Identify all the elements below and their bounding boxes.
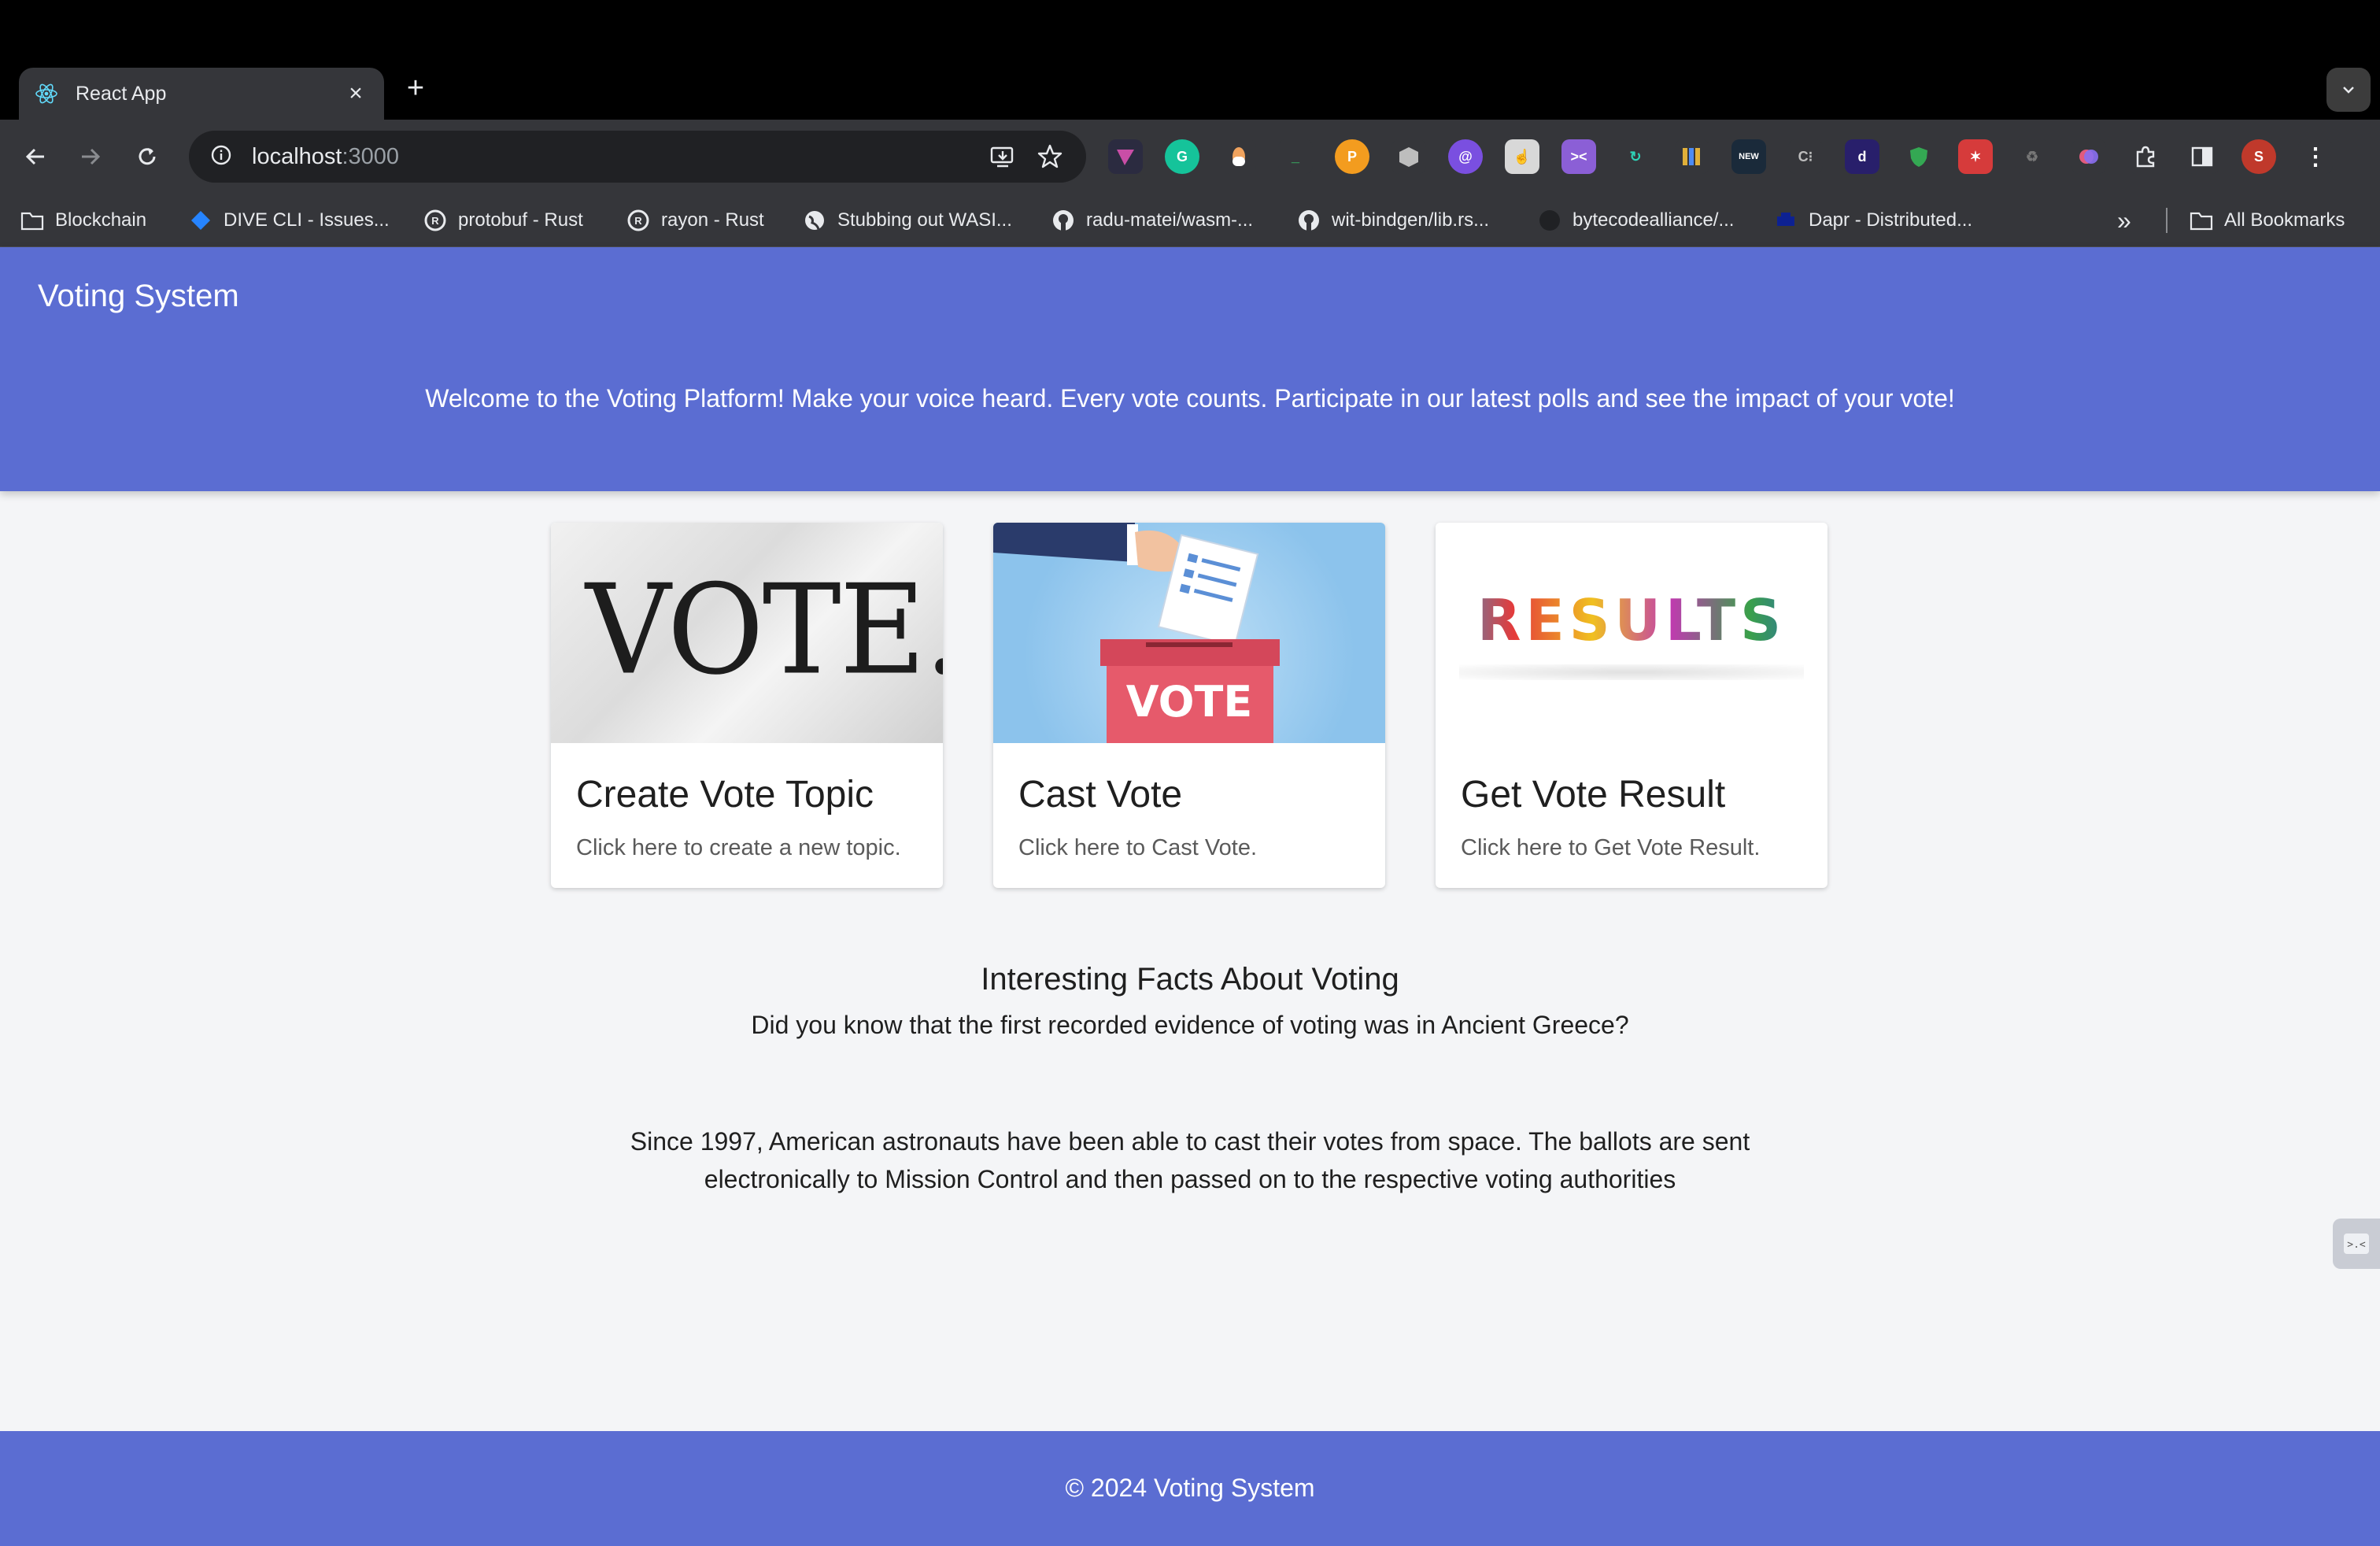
card-title: Create Vote Topic [576,774,874,816]
bookmark-dapr[interactable]: Dapr - Distributed... [1774,206,1972,235]
tab-title: React App [76,82,167,105]
extension-icon[interactable]: >< [1561,139,1596,174]
react-icon [35,82,58,105]
refresh-extension-icon[interactable]: ↻ [1618,139,1653,174]
results-letters-image: RESULTS [1436,523,1828,743]
github-icon [1051,209,1075,232]
bookmark-dive-cli[interactable]: DIVE CLI - Issues... [189,206,390,235]
extension-icon[interactable]: P [1335,139,1369,174]
create-vote-topic-card[interactable]: VOTE. Create Vote Topic Click here to cr… [551,523,943,888]
bookmark-stubbing-wasi[interactable]: Stubbing out WASI... [803,206,1012,235]
site-footer: © 2024 Voting System [0,1431,2380,1546]
all-bookmarks[interactable]: All Bookmarks [2190,206,2345,235]
rust-icon: R [626,209,650,232]
address-bar[interactable]: localhost:3000 [189,131,1086,183]
shield-icon[interactable] [1901,139,1936,174]
action-cards: VOTE. Create Vote Topic Click here to cr… [551,523,1828,888]
side-panel-widget-icon[interactable]: >.< [2333,1219,2380,1269]
card-title: Get Vote Result [1461,774,1726,816]
url-text: localhost:3000 [252,143,400,169]
svg-text:R: R [431,215,439,227]
profile-avatar[interactable]: S [2241,139,2276,174]
bookmark-protobuf[interactable]: R protobuf - Rust [423,206,583,235]
install-app-icon[interactable] [987,141,1018,172]
card-description: Click here to create a new topic. [576,835,901,860]
ballot-box-image: VOTE [993,523,1385,743]
site-header: Voting System Welcome to the Voting Plat… [0,247,2380,491]
extension-icon[interactable]: ☝ [1505,139,1539,174]
back-arrow-icon[interactable] [17,139,54,175]
extensions-bar: G _ P @ ☝ >< ↻ NEW C⁝ d ✶ ♻ S ⋮ [1108,139,2333,175]
bookmarks-divider [2166,208,2168,233]
svg-text:>.<: >.< [2347,1239,2366,1251]
globe-icon [803,209,826,232]
dapr-icon [1774,209,1798,232]
extension-icon[interactable] [1108,139,1143,174]
forward-arrow-icon[interactable] [72,139,109,175]
extension-icon[interactable]: @ [1448,139,1483,174]
puzzle-icon[interactable] [2128,139,2163,174]
extension-icon[interactable] [1221,139,1256,174]
svg-text:R: R [634,215,642,227]
extension-icon[interactable]: ✶ [1958,139,1993,174]
footer-copyright: © 2024 Voting System [1065,1474,1315,1502]
cast-vote-card[interactable]: VOTE Cast Vote Click here to Cast Vote. [993,523,1385,888]
side-panel-icon[interactable] [2185,139,2219,174]
vote-paper-image: VOTE. [551,523,943,743]
bookmark-wit-bindgen[interactable]: wit-bindgen/lib.rs... [1297,206,1489,235]
site-title[interactable]: Voting System [38,279,239,314]
extension-icon[interactable] [2071,139,2106,174]
folder-icon [2190,209,2213,232]
bookmark-blockchain[interactable]: Blockchain [20,206,146,235]
github-icon [1297,209,1321,232]
jira-icon [189,209,213,232]
bookmark-star-icon[interactable] [1034,141,1066,172]
welcome-message: Welcome to the Voting Platform! Make you… [425,384,1955,412]
new-tab-plus-icon[interactable]: + [400,72,431,105]
extension-icon[interactable]: _ [1278,139,1313,174]
fact-astronauts: Since 1997, American astronauts have bee… [630,1127,1750,1193]
bookmarks-overflow-chevron-icon[interactable]: » [2117,206,2131,235]
reload-icon[interactable] [129,139,165,175]
extension-icon[interactable]: d [1845,139,1879,174]
recycle-icon[interactable]: ♻ [2015,139,2049,174]
books-icon[interactable] [1675,139,1709,174]
tab-search-chevron-icon[interactable] [2326,68,2371,112]
close-icon[interactable]: × [343,80,368,106]
folder-icon [20,209,44,232]
extension-icon[interactable]: C⁝ [1788,139,1823,174]
facts-heading: Interesting Facts About Voting [981,962,1399,997]
cube-icon[interactable] [1391,139,1426,174]
card-description: Click here to Get Vote Result. [1461,835,1761,860]
bookmark-radu-matei[interactable]: radu-matei/wasm-... [1051,206,1253,235]
bookmark-rayon[interactable]: R rayon - Rust [626,206,764,235]
new-badge-icon[interactable]: NEW [1731,139,1766,174]
card-title: Cast Vote [1018,774,1183,816]
bookmark-bytecodealliance[interactable]: bytecodealliance/... [1538,206,1734,235]
fact-greece: Did you know that the first recorded evi… [751,1011,1629,1039]
more-menu-icon[interactable]: ⋮ [2298,139,2333,174]
browser-tab[interactable]: React App × [19,68,384,120]
card-description: Click here to Cast Vote. [1018,835,1258,860]
github-icon [1538,209,1561,232]
grammarly-icon[interactable]: G [1165,139,1199,174]
rust-icon: R [423,209,447,232]
site-info-icon[interactable] [209,143,233,171]
get-vote-result-card[interactable]: RESULTS Get Vote Result Click here to Ge… [1436,523,1828,888]
